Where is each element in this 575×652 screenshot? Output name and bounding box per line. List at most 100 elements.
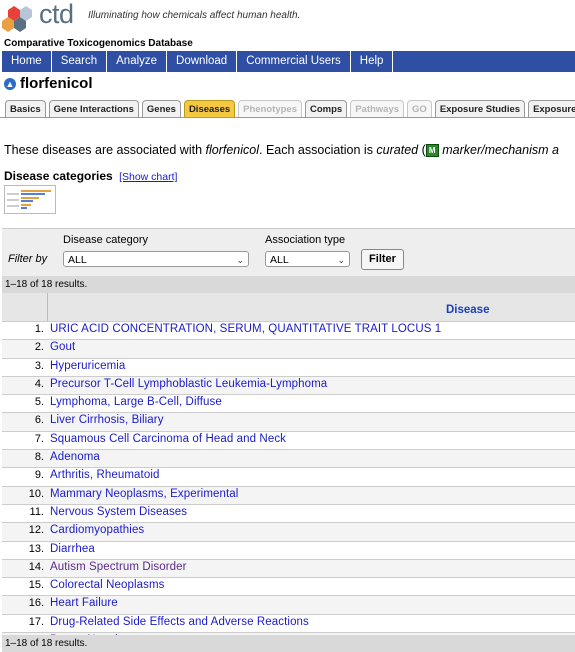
association-type-label: Association type [265,234,346,246]
tab-basics[interactable]: Basics [5,100,46,118]
chemical-name: florfenicol [20,75,93,92]
row-number: 16. [28,597,44,610]
filter-panel: Filter by Disease category ALL ⌄ Associa… [2,228,575,276]
row-number: 2. [34,341,44,354]
disease-link[interactable]: Gout [50,341,75,353]
disease-link[interactable]: Autism Spectrum Disorder [50,561,187,573]
site-header: ctd Illuminating how chemicals affect hu… [0,0,575,36]
row-number: 17. [28,615,44,628]
intro-middle: . Each association is [259,143,377,157]
intro-prefix: These diseases are associated with [4,143,206,157]
logo-text: ctd [39,0,74,29]
table-row: 16. Heart Failure [2,596,575,615]
nav-home[interactable]: Home [2,51,52,72]
tab-exposure[interactable]: Exposure [528,100,575,118]
tab-bar: Basics Gene Interactions Genes Diseases … [5,100,575,118]
association-type-value: ALL [270,254,289,266]
chevron-down-icon: ⌄ [337,255,345,265]
row-number: 9. [34,469,44,482]
table-row: 12. Cardiomyopathies [2,523,575,542]
row-number: 10. [28,487,44,500]
row-number: 4. [34,377,44,390]
page-title: ▲ florfenicol [4,75,93,92]
disease-link[interactable]: Diarrhea [50,543,95,555]
ctd-logo[interactable]: ctd [2,0,92,34]
disease-link[interactable]: Liver Cirrhosis, Biliary [50,414,164,426]
tab-exposure-studies[interactable]: Exposure Studies [434,100,526,118]
disease-category-label: Disease category [63,234,148,246]
nav-commercial-users[interactable]: Commercial Users [237,51,351,72]
association-type-select[interactable]: ALL ⌄ [265,251,350,267]
table-row: 13. Diarrhea [2,541,575,560]
row-number: 11. [29,505,44,518]
tab-phenotypes: Phenotypes [238,100,302,118]
results-count-bottom: 1–18 of 18 results. [2,635,575,652]
filter-by-label: Filter by [8,253,48,265]
row-number: 5. [34,396,44,409]
table-row: 1. URIC ACID CONCENTRATION, SERUM, QUANTI… [2,322,575,341]
disease-link[interactable]: Heart Failure [50,597,118,609]
table-row: 2. Gout [2,340,575,359]
column-divider [47,293,48,321]
table-row: 6. Liver Cirrhosis, Biliary [2,413,575,432]
table-row: 4. Precursor T-Cell Lymphoblastic Leukemi… [2,376,575,396]
tab-pathways: Pathways [350,100,405,118]
disease-link[interactable]: Nervous System Diseases [50,506,187,518]
intro-marker-text: marker/mechanism a [438,143,559,157]
intro-chemical: florfenicol [205,143,260,157]
intro-paren: ( [418,143,426,157]
nav-search[interactable]: Search [52,51,108,72]
chevron-down-icon: ⌄ [236,255,244,265]
table-row: 15. Colorectal Neoplasms [2,578,575,597]
disease-link[interactable]: Cardiomyopathies [50,524,144,536]
intro-curated: curated [376,143,419,157]
disease-link[interactable]: Precursor T-Cell Lymphoblastic Leukemia-… [50,378,327,390]
bar-chart-thumbnail-icon [7,190,51,209]
row-number: 14. [28,560,44,573]
row-number: 6. [34,414,44,427]
row-number: 3. [34,359,44,372]
tab-diseases[interactable]: Diseases [183,100,236,118]
results-count-top: 1–18 of 18 results. [2,276,575,293]
disease-link[interactable]: Adenoma [50,451,100,463]
nav-download[interactable]: Download [167,51,238,72]
table-header: Disease [2,293,575,322]
show-chart-link[interactable]: [Show chart] [119,171,177,183]
table-row: 17. Drug-Related Side Effects and Adverse… [2,614,575,634]
hexagon-logo-icon [2,6,32,32]
table-row: 7. Squamous Cell Carcinoma of Head and Ne… [2,431,575,451]
table-row: 8. Adenoma [2,450,575,469]
disease-link[interactable]: Arthritis, Rheumatoid [50,469,159,481]
main-nav: Home Search Analyze Download Commercial … [2,51,575,72]
tab-gene-interactions[interactable]: Gene Interactions [48,100,139,118]
database-name: Comparative Toxicogenomics Database [4,38,193,49]
row-number: 15. [28,579,44,592]
tab-genes[interactable]: Genes [141,100,181,118]
categories-heading-text: Disease categories [4,169,113,183]
tab-go: GO [407,100,432,118]
disease-link[interactable]: Lymphoma, Large B-Cell, Diffuse [50,396,222,408]
row-number: 12. [28,524,44,537]
chemical-icon: ▲ [4,77,16,90]
table-row: 5. Lymphoma, Large B-Cell, Diffuse [2,395,575,414]
disease-link[interactable]: URIC ACID CONCENTRATION, SERUM, QUANTITA… [50,323,441,335]
disease-category-select[interactable]: ALL ⌄ [63,251,249,267]
disease-column-header[interactable]: Disease [446,304,489,316]
row-number: 7. [34,432,44,445]
chart-thumbnail[interactable] [4,185,56,214]
intro-text: These diseases are associated with florf… [4,143,559,158]
nav-help[interactable]: Help [351,51,394,72]
table-row: 3. Hyperuricemia [2,358,575,377]
disease-link[interactable]: Colorectal Neoplasms [50,579,165,591]
disease-link[interactable]: Hyperuricemia [50,360,125,372]
row-number: 8. [34,451,44,464]
filter-button[interactable]: Filter [361,249,404,270]
nav-analyze[interactable]: Analyze [107,51,168,72]
table-row: 11. Nervous System Diseases [2,504,575,524]
tab-comps[interactable]: Comps [305,100,348,118]
disease-link[interactable]: Drug-Related Side Effects and Adverse Re… [50,616,309,628]
disease-link[interactable]: Squamous Cell Carcinoma of Head and Neck [50,433,286,445]
disease-link[interactable]: Mammary Neoplasms, Experimental [50,488,238,500]
tagline: Illuminating how chemicals affect human … [88,10,301,21]
tab-divider [0,117,575,118]
